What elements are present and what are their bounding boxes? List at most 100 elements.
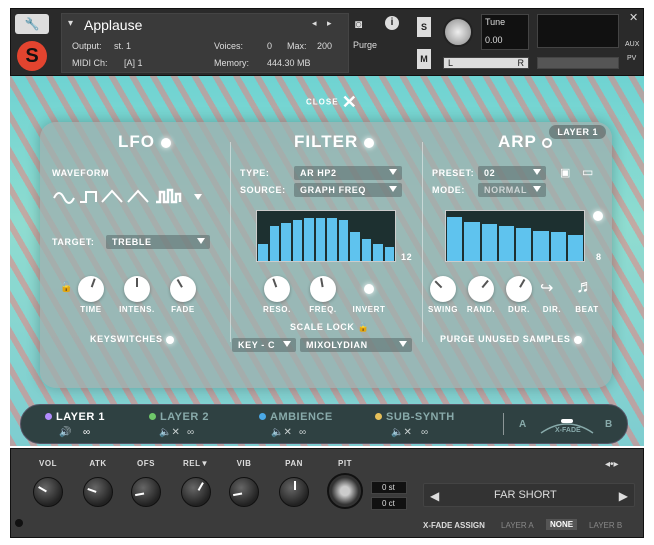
speaker-mute-icon[interactable]: 🔈✕ (271, 427, 292, 438)
filter-step-bar[interactable] (258, 244, 268, 261)
camera-icon[interactable]: ◙ (355, 17, 362, 31)
arp-section-title[interactable]: ARP (498, 132, 553, 152)
midi-value[interactable]: [A] 1 (124, 58, 143, 68)
filter-source-dropdown[interactable]: GRAPH FREQ (294, 183, 402, 197)
lfo-fade-knob[interactable] (170, 276, 196, 302)
filter-step-bar[interactable] (338, 220, 348, 261)
tab-layer-1[interactable]: LAYER 1 (45, 411, 105, 423)
preset-prev-icon[interactable]: ◀ (430, 489, 439, 503)
tab-layer-2[interactable]: LAYER 2 (149, 411, 209, 423)
lfo-time-knob[interactable] (78, 276, 104, 302)
pit-semitone-field[interactable]: 0 st (371, 481, 407, 494)
arp-step-graph[interactable] (445, 210, 585, 262)
ofs-knob[interactable] (131, 477, 161, 507)
filter-section-title[interactable]: FILTER (294, 132, 374, 152)
lfo-power-icon[interactable] (160, 137, 171, 148)
filter-steps-value[interactable]: 12 (401, 252, 412, 262)
arp-mode-dropdown[interactable]: NORMAL (478, 183, 546, 197)
filter-step-bar[interactable] (304, 217, 314, 261)
arp-preset-dropdown[interactable]: 02 (478, 166, 546, 180)
arp-beat-icon[interactable]: ♬ (576, 276, 594, 297)
vib-knob[interactable] (229, 477, 259, 507)
filter-step-bar[interactable] (315, 217, 325, 261)
lock-icon[interactable]: 🔓 (60, 282, 72, 293)
save-icon[interactable]: ▣ (560, 166, 570, 179)
purge-button[interactable]: Purge (353, 40, 377, 50)
rel-knob[interactable] (181, 477, 211, 507)
pan-slider[interactable]: L R (443, 57, 529, 69)
scale-lock-icon[interactable]: 🔒 (358, 322, 370, 332)
xfade-slider[interactable]: X-FADE (537, 413, 597, 437)
filter-step-bar[interactable] (373, 244, 383, 261)
s-button[interactable]: S (417, 17, 431, 37)
filter-step-bar[interactable] (350, 232, 360, 261)
assign-layer-b[interactable]: LAYER B (589, 521, 622, 530)
link-icon[interactable]: ∞ (187, 427, 194, 438)
m-button[interactable]: M (417, 49, 431, 69)
speaker-mute-icon[interactable]: 🔈✕ (391, 427, 412, 438)
wrench-icon[interactable]: 🔧 (15, 14, 49, 34)
arp-step-bar[interactable] (464, 221, 480, 261)
close-window-icon[interactable]: ✕ (629, 11, 638, 24)
scale-mode-dropdown[interactable]: MIXOLYDIAN (300, 338, 412, 352)
close-button[interactable]: CLOSE ✕ (306, 92, 358, 113)
filter-step-bar[interactable] (281, 222, 291, 261)
instrument-name[interactable]: Applause (84, 17, 142, 33)
arp-dur-knob[interactable] (506, 276, 532, 302)
atk-knob[interactable] (83, 477, 113, 507)
lfo-section-title[interactable]: LFO (118, 132, 171, 152)
link-icon[interactable]: ∞ (299, 427, 306, 438)
speaker-on-icon[interactable]: 🔊 (59, 427, 71, 438)
link-icon[interactable]: ∞ (83, 427, 90, 438)
arp-power-icon[interactable] (542, 137, 553, 148)
filter-step-bar[interactable] (361, 239, 371, 261)
pit-knob[interactable] (327, 473, 363, 509)
resize-handle-icon[interactable] (15, 519, 23, 527)
filter-step-bar[interactable] (269, 226, 279, 261)
waveform-selector[interactable] (52, 186, 212, 206)
arp-direction-icon[interactable]: ↪ (540, 278, 553, 298)
filter-reso-knob[interactable] (264, 276, 290, 302)
filter-step-bar[interactable] (384, 246, 394, 261)
arp-step-bar[interactable] (516, 228, 532, 261)
invert-toggle-icon[interactable] (364, 284, 374, 294)
pv-label[interactable]: PV (627, 55, 636, 62)
filter-step-bar[interactable] (327, 217, 337, 261)
tab-ambience[interactable]: AMBIENCE (259, 411, 333, 423)
link-icon[interactable]: ∞ (421, 427, 428, 438)
arp-step-bar[interactable] (550, 232, 566, 261)
next-arrow-icon[interactable]: ▸ (327, 18, 332, 29)
pan-knob[interactable] (279, 477, 309, 507)
assign-none[interactable]: NONE (546, 519, 578, 530)
output-value[interactable]: st. 1 (114, 41, 131, 51)
speaker-mute-icon[interactable]: 🔈✕ (159, 427, 180, 438)
folder-icon[interactable]: ▭ (582, 165, 593, 179)
filter-power-icon[interactable] (363, 137, 374, 148)
vol-knob[interactable] (33, 477, 63, 507)
prev-arrow-icon[interactable]: ◂ (312, 18, 317, 29)
arp-steps-value[interactable]: 8 (596, 252, 602, 262)
arp-toggle-icon[interactable] (593, 211, 603, 221)
filter-step-graph[interactable] (256, 210, 396, 262)
info-icon[interactable]: i (385, 16, 399, 30)
arp-step-bar[interactable] (447, 216, 463, 261)
filter-freq-knob[interactable] (310, 276, 336, 302)
preset-browser[interactable]: ◀ FAR SHORT ▶ (423, 483, 635, 507)
arp-step-bar[interactable] (533, 231, 549, 261)
tab-sub-synth[interactable]: SUB-SYNTH (375, 411, 455, 423)
arp-rand-knob[interactable] (468, 276, 494, 302)
tune-knob[interactable] (443, 17, 473, 47)
arp-step-bar[interactable] (498, 226, 514, 261)
purge-unused-toggle[interactable]: PURGE UNUSED SAMPLES (440, 334, 582, 344)
preset-next-icon[interactable]: ▶ (619, 489, 628, 503)
filter-type-dropdown[interactable]: AR HP2 (294, 166, 402, 180)
tune-value[interactable]: 0.00 (485, 35, 503, 45)
arp-swing-knob[interactable] (430, 276, 456, 302)
arp-step-bar[interactable] (481, 223, 497, 261)
assign-layer-a[interactable]: LAYER A (501, 521, 534, 530)
volume-slider[interactable] (537, 57, 619, 69)
expand-arrows-icon[interactable]: ◂•▸ (605, 459, 619, 470)
pit-cent-field[interactable]: 0 ct (371, 497, 407, 510)
collapse-icon[interactable]: ▾ (68, 18, 73, 29)
max-value[interactable]: 200 (317, 41, 332, 51)
